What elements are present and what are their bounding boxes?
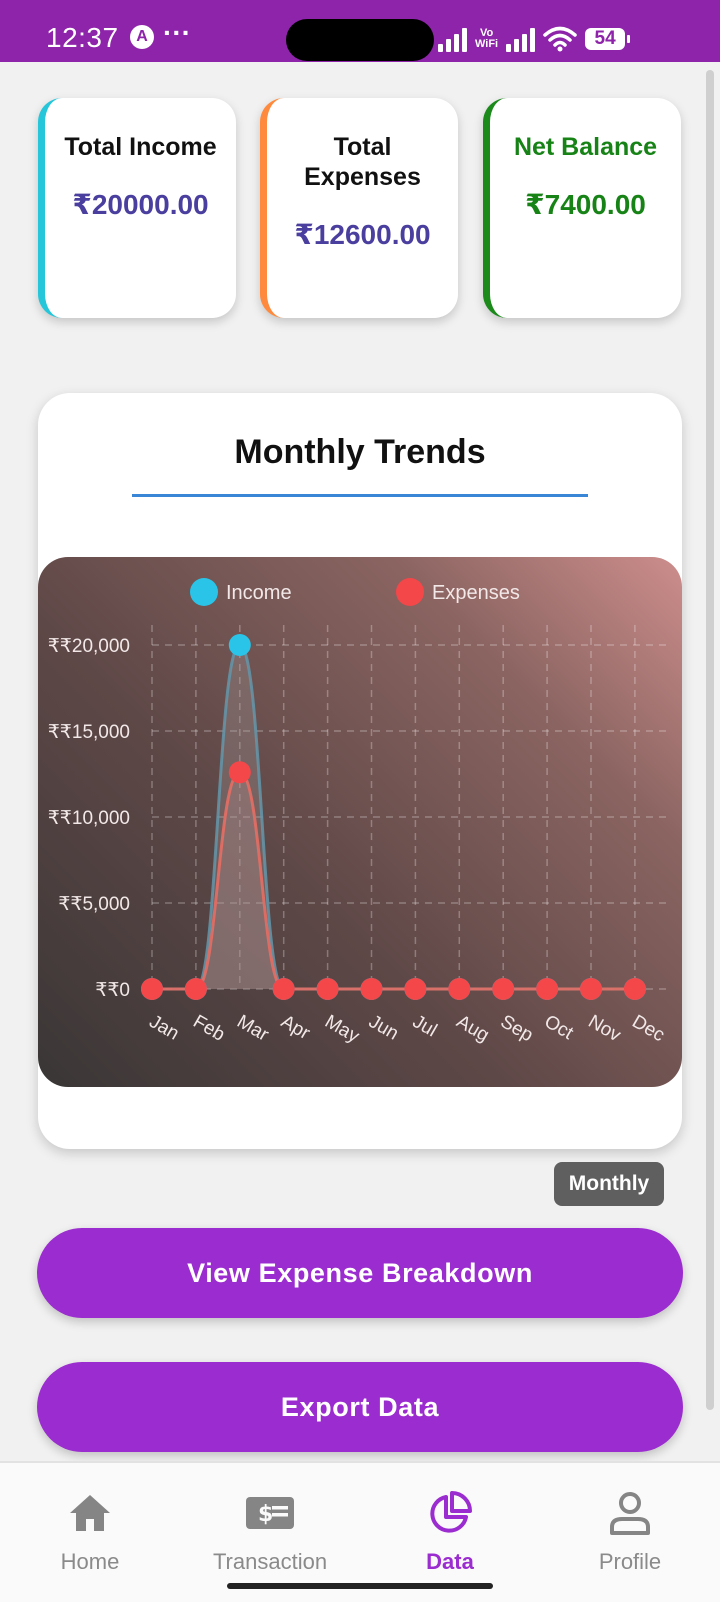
- line-chart: ₹₹0 ₹₹5,000 ₹₹10,000 ₹₹15,000 ₹₹20,000 Jan Feb…: [38, 557, 682, 1087]
- y-tick-label: ₹₹20,000: [48, 636, 130, 657]
- signal-strength-icon: [438, 28, 467, 52]
- title-underline: [132, 494, 588, 497]
- x-tick-label: Jul: [409, 1011, 441, 1041]
- data-point-expenses: [184, 978, 207, 1000]
- x-tick-label: Nov: [585, 1011, 625, 1046]
- data-point-expenses: [404, 978, 427, 1000]
- x-tick-label: Jun: [365, 1011, 402, 1045]
- x-tick-label: Oct: [541, 1011, 578, 1044]
- vowifi-label: Vo WiFi: [475, 27, 499, 50]
- x-tick-label: Dec: [628, 1011, 668, 1046]
- legend-label-expenses: Expenses: [432, 582, 520, 604]
- nav-profile-label: Profile: [598, 1549, 662, 1574]
- battery-icon: 54: [585, 28, 631, 50]
- wifi-icon: [543, 26, 577, 52]
- data-point-expenses: [316, 978, 339, 1000]
- chart-svg: ₹₹0 ₹₹5,000 ₹₹10,000 ₹₹15,000 ₹₹20,000 Jan Feb…: [48, 578, 668, 1048]
- chart-title: Monthly Trends: [234, 433, 486, 471]
- monthly-trends-card: Monthly Trends ₹₹0 ₹₹5,000 ₹₹10,000 ₹₹15,00…: [38, 393, 682, 1149]
- data-point-expenses: [228, 761, 251, 784]
- total-income-label: Total Income: [64, 133, 217, 161]
- total-expenses-label: Total Expenses: [304, 133, 421, 191]
- data-point-income: [228, 634, 251, 656]
- status-indicators: Vo WiFi 54: [438, 22, 631, 52]
- transaction-icon: $: [246, 1497, 294, 1529]
- y-tick-label: ₹₹0: [95, 980, 130, 1001]
- signal-strength-2-icon: [506, 28, 536, 52]
- nav-transaction-label: Transaction: [212, 1549, 328, 1574]
- net-balance-value: ₹7400.00: [525, 189, 646, 220]
- x-tick-label: Jan: [146, 1011, 183, 1045]
- bottom-navigation: Home $ Transaction Data Profile: [0, 1461, 720, 1602]
- y-tick-label: ₹₹5,000: [58, 894, 130, 915]
- nav-profile[interactable]: Profile: [540, 1489, 720, 1575]
- total-income-value: ₹20000.00: [72, 189, 209, 220]
- total-income-card: Total Income ₹20000.00: [38, 98, 236, 318]
- data-point-expenses: [580, 978, 602, 1000]
- more-notifications-icon: ···: [163, 17, 191, 48]
- nav-home[interactable]: Home: [0, 1489, 180, 1575]
- data-point-expenses: [492, 978, 515, 1000]
- camera-cutout: [286, 19, 434, 61]
- y-tick-label: ₹₹15,000: [48, 722, 130, 743]
- pie-chart-icon: [430, 1491, 472, 1533]
- net-balance-card: Net Balance ₹7400.00: [483, 98, 681, 318]
- data-point-expenses: [141, 978, 163, 1000]
- data-point-expenses: [623, 978, 646, 1000]
- x-tick-label: Apr: [277, 1011, 314, 1044]
- data-point-expenses: [272, 978, 295, 1000]
- x-tick-label: Aug: [453, 1011, 493, 1046]
- y-tick-label: ₹₹10,000: [48, 808, 130, 829]
- status-time: 12:37: [46, 22, 119, 53]
- x-tick-label: May: [321, 1011, 363, 1047]
- export-data-button[interactable]: Export Data: [37, 1362, 683, 1452]
- period-badge[interactable]: Monthly: [554, 1162, 664, 1206]
- x-tick-label: Feb: [189, 1011, 228, 1046]
- home-icon: [70, 1495, 110, 1531]
- total-expenses-card: Total Expenses ₹12600.00: [260, 98, 458, 318]
- x-tick-label: Mar: [233, 1011, 272, 1046]
- data-point-expenses: [536, 978, 559, 1000]
- status-bar: 12:37 A ··· Vo WiFi 54: [0, 0, 720, 62]
- net-balance-label: Net Balance: [513, 133, 658, 161]
- profile-icon: [610, 1492, 650, 1535]
- nav-transaction[interactable]: $ Transaction: [180, 1489, 360, 1575]
- scrollbar[interactable]: [706, 70, 714, 1410]
- legend-label-income: Income: [226, 582, 292, 604]
- total-expenses-value: ₹12600.00: [294, 219, 431, 250]
- view-expense-breakdown-button[interactable]: View Expense Breakdown: [37, 1228, 683, 1318]
- nav-home-label: Home: [60, 1549, 120, 1574]
- x-tick-label: Sep: [497, 1011, 537, 1046]
- legend-marker-income: [190, 578, 218, 606]
- data-point-expenses: [360, 978, 383, 1000]
- data-point-expenses: [448, 978, 471, 1000]
- legend-marker-expenses: [396, 578, 424, 606]
- nav-data[interactable]: Data: [360, 1489, 540, 1575]
- nav-data-label: Data: [426, 1549, 474, 1574]
- svg-text:$: $: [258, 1502, 273, 1527]
- app-notification-icon: A: [130, 25, 154, 49]
- home-indicator: [227, 1583, 493, 1589]
